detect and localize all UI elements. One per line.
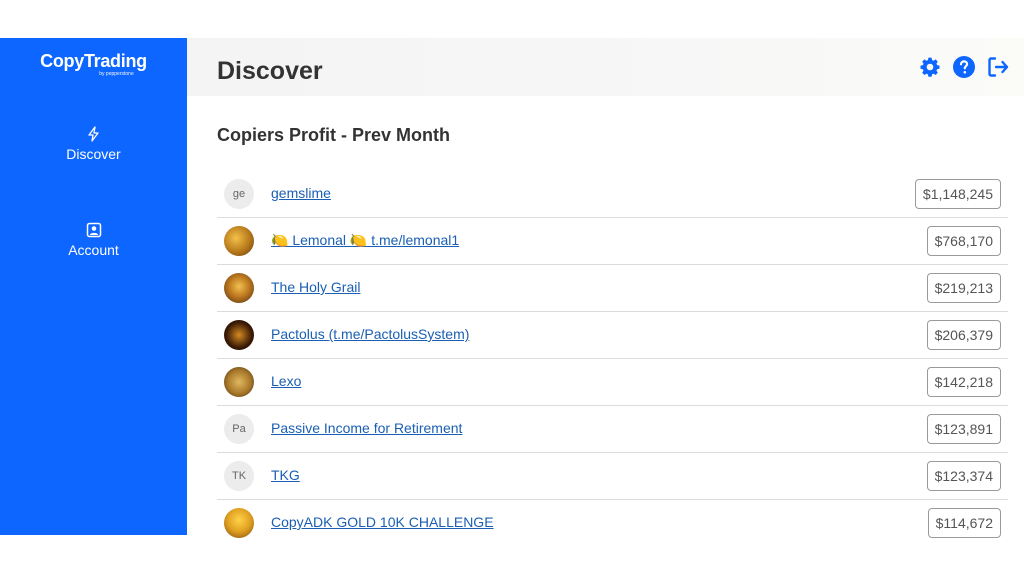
profit-badge: $206,379	[926, 320, 1001, 350]
sidebar: CopyTrading by pepperstone Discover Acco…	[0, 38, 187, 535]
sidebar-item-discover[interactable]: Discover	[0, 126, 187, 164]
lightning-icon	[86, 126, 102, 142]
table-row[interactable]: Pa Passive Income for Retirement $123,89…	[217, 406, 1008, 453]
app: CopyTrading by pepperstone Discover Acco…	[0, 38, 1024, 538]
avatar: Pa	[224, 414, 254, 444]
sidebar-item-label: Discover	[66, 146, 121, 162]
table-row[interactable]: Lexo $142,218	[217, 359, 1008, 406]
sidebar-item-account[interactable]: Account	[0, 222, 187, 260]
table-row[interactable]: 🍋 Lemonal 🍋 t.me/lemonal1 $768,170	[217, 218, 1008, 265]
help-icon[interactable]	[952, 55, 976, 79]
avatar: TK	[224, 461, 254, 491]
brand-name: CopyTrading	[40, 51, 147, 71]
trader-link[interactable]: Pactolus (t.me/PactolusSystem)	[271, 326, 469, 342]
header: Discover	[187, 38, 1024, 96]
section-title: Copiers Profit - Prev Month	[217, 125, 451, 145]
profit-badge: $123,374	[926, 461, 1001, 491]
logout-icon[interactable]	[986, 55, 1010, 79]
avatar	[224, 367, 254, 397]
profit-badge: $219,213	[926, 273, 1001, 303]
brand-logo[interactable]: CopyTrading by pepperstone	[0, 51, 187, 77]
table-row[interactable]: Pactolus (t.me/PactolusSystem) $206,379	[217, 312, 1008, 359]
account-icon	[86, 222, 102, 238]
trader-link[interactable]: gemslime	[271, 185, 331, 201]
table-row[interactable]: CopyADK GOLD 10K CHALLENGE $114,672	[217, 500, 1008, 546]
brand-sub: by pepperstone	[99, 71, 134, 77]
profit-badge: $114,672	[927, 508, 1001, 538]
trader-link[interactable]: TKG	[271, 467, 300, 483]
trader-list: ge gemslime $1,148,245 🍋 Lemonal 🍋 t.me/…	[217, 171, 1008, 546]
page-title: Discover	[217, 57, 323, 85]
avatar	[224, 508, 254, 538]
table-row[interactable]: The Holy Grail $219,213	[217, 265, 1008, 312]
sidebar-item-label: Account	[68, 242, 119, 258]
gear-icon[interactable]	[918, 55, 942, 79]
profit-badge: $1,148,245	[914, 179, 1001, 209]
avatar	[224, 273, 254, 303]
trader-link[interactable]: The Holy Grail	[271, 279, 360, 295]
profit-badge: $768,170	[926, 226, 1001, 256]
profit-badge: $142,218	[926, 367, 1001, 397]
trader-link[interactable]: Lexo	[271, 373, 301, 389]
avatar	[224, 226, 254, 256]
trader-link[interactable]: Passive Income for Retirement	[271, 420, 462, 436]
avatar	[224, 320, 254, 350]
trader-link[interactable]: CopyADK GOLD 10K CHALLENGE	[271, 514, 494, 530]
profit-badge: $123,891	[926, 414, 1001, 444]
main-content: Discover Copiers Profit - Prev Month ge …	[187, 38, 1024, 538]
avatar: ge	[224, 179, 254, 209]
trader-link[interactable]: 🍋 Lemonal 🍋 t.me/lemonal1	[271, 232, 459, 249]
header-actions	[918, 55, 1010, 79]
table-row[interactable]: TK TKG $123,374	[217, 453, 1008, 500]
table-row[interactable]: ge gemslime $1,148,245	[217, 171, 1008, 218]
